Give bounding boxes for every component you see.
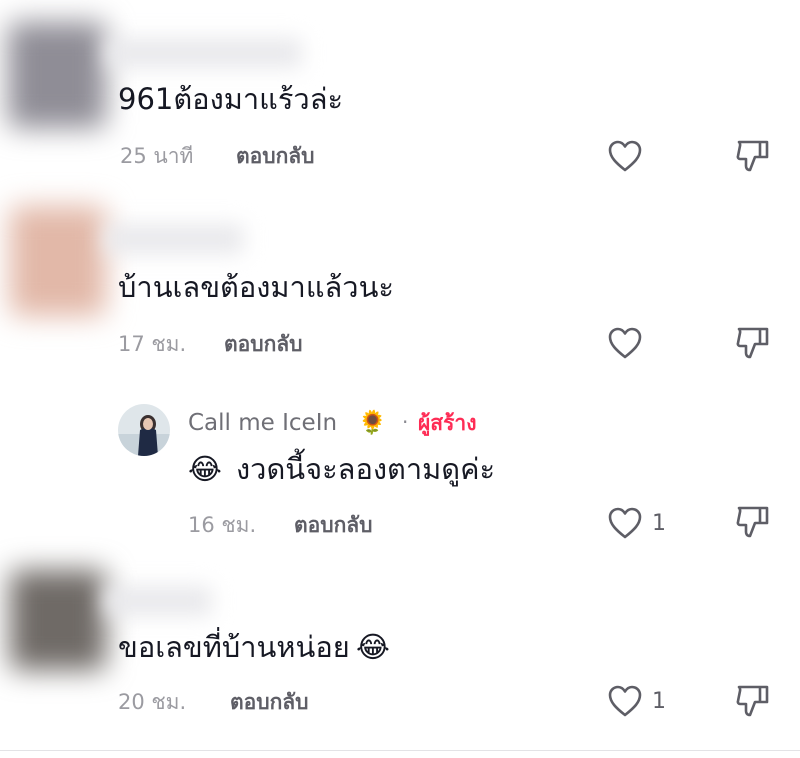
creator-badge: ผู้สร้าง [418, 411, 477, 435]
username-blurred[interactable] [104, 586, 212, 616]
username-blurred[interactable] [106, 38, 302, 68]
dislike-icon[interactable] [734, 682, 772, 720]
comment-timestamp: 25 นาที [120, 144, 194, 168]
reply-timestamp: 16 ชม. [188, 513, 257, 537]
reply-button[interactable]: ตอบกลับ [294, 511, 373, 539]
comment-text: บ้านเลขต้องมาแล้วนะ [118, 270, 394, 304]
separator-dot: · [402, 410, 409, 434]
comment-text: ขอเลขที่บ้านหน่อย [118, 630, 350, 664]
laughing-emoji-icon: 😂 [188, 452, 222, 486]
reply-button[interactable]: ตอบกลับ [236, 142, 315, 170]
username-blurred[interactable] [104, 224, 244, 254]
reply-username[interactable]: Call me IceIn [188, 408, 337, 438]
avatar[interactable] [118, 404, 170, 456]
like-count: 1 [652, 511, 666, 536]
heart-outline-icon[interactable] [607, 684, 643, 718]
avatar[interactable] [8, 22, 106, 128]
sunflower-emoji-icon: 🌻 [358, 410, 387, 436]
bottom-divider [0, 750, 800, 751]
avatar[interactable] [10, 570, 106, 670]
heart-outline-icon[interactable] [607, 506, 643, 540]
reply-button[interactable]: ตอบกลับ [224, 330, 303, 358]
reply-text: งวดนี้จะลองตามดูค่ะ [236, 452, 496, 486]
comment-timestamp: 17 ชม. [118, 332, 187, 356]
comment-text: 961ต้องมาแร้วล่ะ [118, 82, 344, 116]
reply-button[interactable]: ตอบกลับ [230, 688, 309, 716]
avatar[interactable] [10, 206, 106, 316]
dislike-icon[interactable] [734, 503, 772, 541]
heart-outline-icon[interactable] [607, 139, 643, 173]
heart-outline-icon[interactable] [607, 326, 643, 360]
comment-timestamp: 20 ชม. [118, 690, 187, 714]
like-count: 1 [652, 689, 666, 714]
dislike-icon[interactable] [734, 137, 772, 175]
dislike-icon[interactable] [734, 324, 772, 362]
laughing-emoji-icon: 😂 [356, 630, 390, 664]
